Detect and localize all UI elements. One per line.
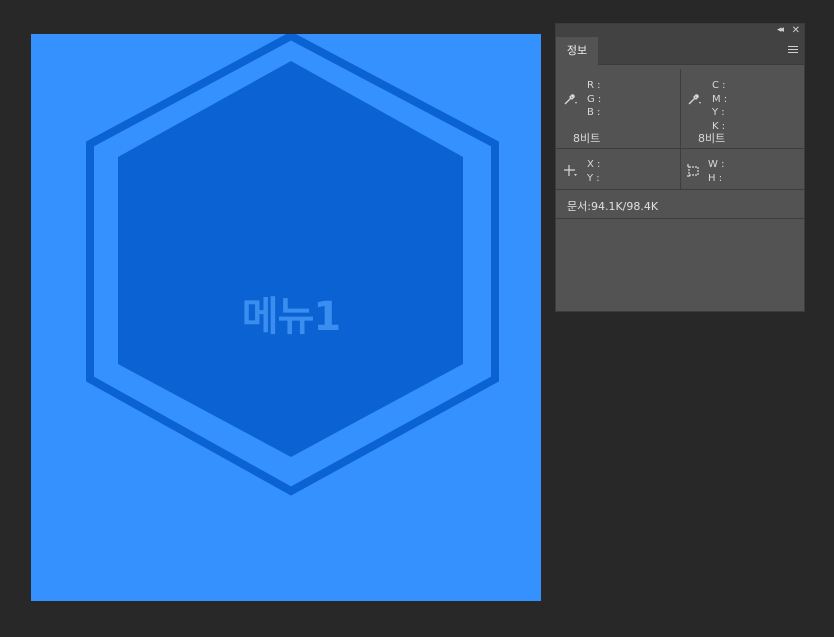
- channel-m: M :: [712, 93, 728, 105]
- doc-size-text: 문서:94.1K/98.4K: [567, 200, 659, 213]
- vertical-divider: [680, 149, 681, 189]
- rgb-readout: R : G : B :: [587, 79, 601, 120]
- cmyk-readout: C : M : Y : K :: [712, 79, 727, 133]
- collapse-icon[interactable]: ◂◂: [777, 24, 784, 37]
- info-panel: ◂◂ ✕ 정보 R : G : B : 8비트 C: M: Y: K: …: [555, 23, 805, 312]
- channel-r: R :: [587, 80, 601, 91]
- color-readout-section: R : G : B : 8비트 C : M : Y : K : 8비트: [556, 65, 804, 149]
- eyedropper-icon[interactable]: [563, 92, 577, 106]
- channel-b: B :: [587, 107, 601, 118]
- eyedropper-icon[interactable]: [687, 92, 701, 106]
- channel-g: G :: [587, 93, 602, 105]
- document-canvas[interactable]: 메뉴1: [31, 34, 541, 601]
- right-bit-depth: 8비트: [698, 132, 726, 145]
- crosshair-icon: [564, 165, 577, 176]
- position-readout: X : Y :: [587, 158, 600, 185]
- pos-y: Y :: [587, 172, 600, 184]
- size-w: W :: [708, 159, 725, 170]
- workspace: 메뉴1 ◂◂ ✕ 정보 R : G : B : 8비트 C: M: Y: …: [0, 0, 834, 637]
- panel-titlebar: ◂◂ ✕: [556, 24, 804, 37]
- panel-tabbar: 정보: [556, 37, 804, 65]
- selection-rect-icon: [687, 164, 699, 177]
- size-h: H :: [708, 172, 723, 184]
- pos-x: X :: [587, 159, 601, 170]
- size-readout: W : H :: [708, 158, 724, 185]
- panel-menu-icon[interactable]: [788, 46, 798, 55]
- tab-info[interactable]: 정보: [556, 37, 598, 65]
- channel-y: Y :: [712, 107, 725, 118]
- vertical-divider: [680, 69, 681, 148]
- left-bit-depth: 8비트: [573, 132, 601, 145]
- position-size-section: X : Y : W : H :: [556, 149, 804, 190]
- hexagon-inner: [118, 61, 463, 457]
- hexagon-label: 메뉴1: [241, 294, 341, 340]
- close-icon[interactable]: ✕: [792, 24, 800, 37]
- document-info-section: 문서:94.1K/98.4K: [556, 190, 804, 219]
- channel-c: C :: [712, 80, 726, 91]
